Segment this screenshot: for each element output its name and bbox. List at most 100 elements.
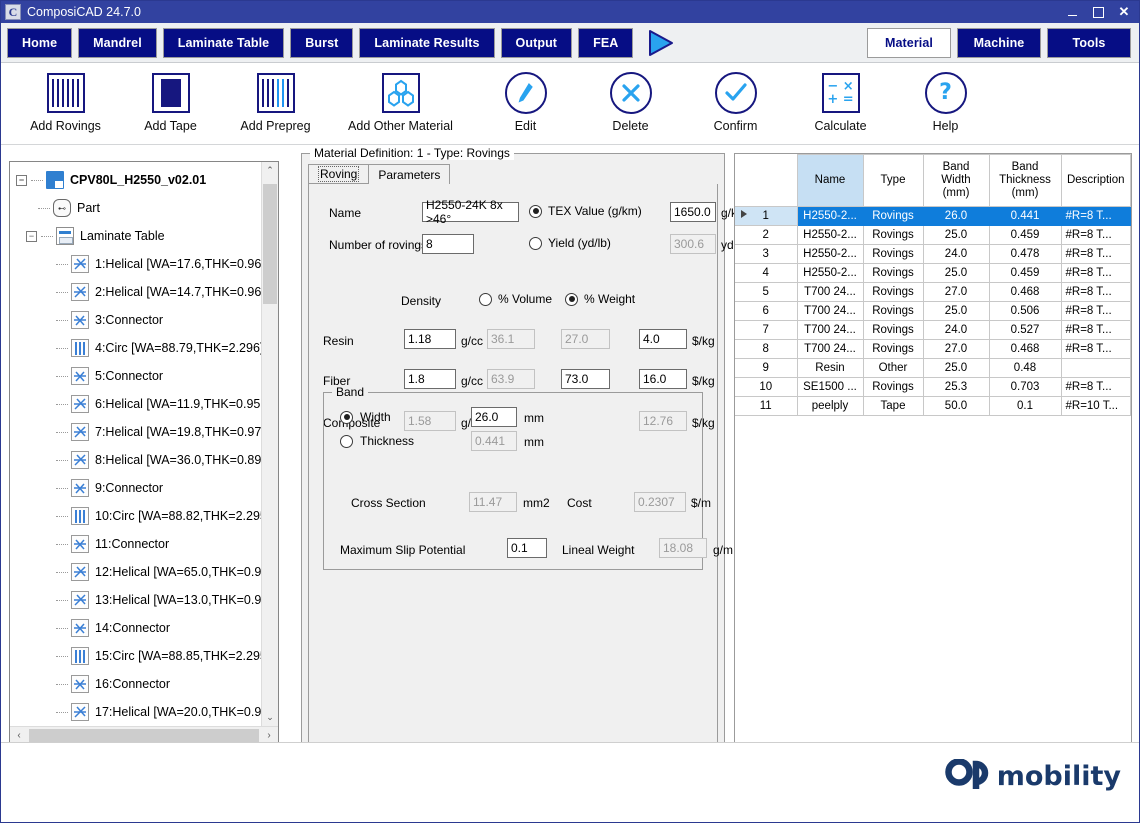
tree-item-4[interactable]: 4:Circ [WA=88.79,THK=2.296] xyxy=(10,334,261,362)
collapse-icon[interactable]: − xyxy=(26,230,37,242)
cell-name[interactable]: T700 24... xyxy=(796,282,864,302)
table-row[interactable]: 10 SE1500 ... Rovings 25.3 0.703 #R=8 T... xyxy=(735,377,1131,397)
cell-band-thickness[interactable]: 0.441 xyxy=(988,206,1062,226)
cell-band-width[interactable]: 25.0 xyxy=(922,301,990,321)
table-row[interactable]: 1 H2550-2... Rovings 26.0 0.441 #R=8 T... xyxy=(735,206,1131,226)
scroll-up-icon[interactable]: ⌃ xyxy=(262,162,278,179)
menu-tab-laminate-results[interactable]: Laminate Results xyxy=(359,27,495,58)
cell-type[interactable]: Rovings xyxy=(862,377,924,397)
cell-name[interactable]: Resin xyxy=(796,358,864,378)
table-row[interactable]: 8 T700 24... Rovings 27.0 0.468 #R=8 T... xyxy=(735,339,1131,359)
calculate-button[interactable]: − × + = Calculate xyxy=(788,69,893,133)
header-name[interactable]: Name xyxy=(796,154,864,207)
row-index[interactable]: 3 xyxy=(735,244,798,264)
cell-band-width[interactable]: 25.0 xyxy=(922,358,990,378)
table-row[interactable]: 9 Resin Other 25.0 0.48 xyxy=(735,358,1131,378)
cell-band-thickness[interactable]: 0.527 xyxy=(988,320,1062,340)
cell-band-thickness[interactable]: 0.459 xyxy=(988,263,1062,283)
band-width-input[interactable]: 26.0 xyxy=(471,407,517,427)
tree-item-14[interactable]: 14:Connector xyxy=(10,614,261,642)
row-index[interactable]: 4 xyxy=(735,263,798,283)
row-index[interactable]: 2 xyxy=(735,225,798,245)
tree-item-6[interactable]: 6:Helical [WA=11.9,THK=0.9576] xyxy=(10,390,261,418)
cell-band-width[interactable]: 27.0 xyxy=(922,339,990,359)
fiber-density-input[interactable]: 1.8 xyxy=(404,369,456,389)
cell-name[interactable]: H2550-2... xyxy=(796,206,864,226)
tree-item-16[interactable]: 16:Connector xyxy=(10,670,261,698)
band-thickness-radio[interactable] xyxy=(340,434,353,448)
edit-button[interactable]: Edit xyxy=(473,69,578,133)
tree-item-13[interactable]: 13:Helical [WA=13.0,THK=0.9714] xyxy=(10,586,261,614)
yield-radio[interactable] xyxy=(529,236,542,250)
cell-description[interactable]: #R=8 T... xyxy=(1060,244,1131,264)
menu-tab-output[interactable]: Output xyxy=(500,27,573,58)
material-name-input[interactable]: H2550-24K 8x >46° xyxy=(422,198,519,226)
tree-item-11[interactable]: 11:Connector xyxy=(10,530,261,558)
cell-band-width[interactable]: 25.0 xyxy=(922,225,990,245)
cell-name[interactable]: T700 24... xyxy=(796,339,864,359)
cell-type[interactable]: Rovings xyxy=(862,244,924,264)
tree-item-laminate-table[interactable]: − Laminate Table xyxy=(10,222,261,250)
row-index[interactable]: 6 xyxy=(735,301,798,321)
cell-description[interactable]: #R=10 T... xyxy=(1060,396,1131,416)
table-row[interactable]: 4 H2550-2... Rovings 25.0 0.459 #R=8 T... xyxy=(735,263,1131,283)
cell-description[interactable]: #R=8 T... xyxy=(1060,301,1131,321)
cell-band-thickness[interactable]: 0.468 xyxy=(988,282,1062,302)
cell-description[interactable]: #R=8 T... xyxy=(1060,320,1131,340)
tree-item-15[interactable]: 15:Circ [WA=88.85,THK=2.295] xyxy=(10,642,261,670)
delete-button[interactable]: Delete xyxy=(578,69,683,133)
table-row[interactable]: 3 H2550-2... Rovings 24.0 0.478 #R=8 T... xyxy=(735,244,1131,264)
cell-name[interactable]: H2550-2... xyxy=(796,244,864,264)
cell-band-thickness[interactable]: 0.468 xyxy=(988,339,1062,359)
row-index[interactable]: 7 xyxy=(735,320,798,340)
cell-band-width[interactable]: 25.0 xyxy=(922,263,990,283)
tree-item-7[interactable]: 7:Helical [WA=19.8,THK=0.9712] xyxy=(10,418,261,446)
close-icon[interactable]: ✕ xyxy=(1111,2,1137,22)
table-row[interactable]: 2 H2550-2... Rovings 25.0 0.459 #R=8 T... xyxy=(735,225,1131,245)
help-button[interactable]: ? Help xyxy=(893,69,998,133)
table-row[interactable]: 6 T700 24... Rovings 25.0 0.506 #R=8 T... xyxy=(735,301,1131,321)
row-index[interactable]: 9 xyxy=(735,358,798,378)
header-description[interactable]: Description xyxy=(1060,154,1131,207)
cell-band-thickness[interactable]: 0.703 xyxy=(988,377,1062,397)
scroll-thumb-horizontal[interactable] xyxy=(29,729,259,742)
pct-weight-radio-row[interactable]: % Weight xyxy=(565,292,635,306)
collapse-icon[interactable]: − xyxy=(16,174,27,186)
cell-type[interactable]: Rovings xyxy=(862,263,924,283)
cell-band-thickness[interactable]: 0.48 xyxy=(988,358,1062,378)
tree-vertical-scrollbar[interactable]: ⌃ ⌄ xyxy=(261,162,278,726)
row-index[interactable]: 5 xyxy=(735,282,798,302)
scroll-right-icon[interactable]: › xyxy=(260,730,278,741)
scroll-thumb-vertical[interactable] xyxy=(263,184,277,304)
tree-item-12[interactable]: 12:Helical [WA=65.0,THK=0.9305] xyxy=(10,558,261,586)
cell-band-width[interactable]: 27.0 xyxy=(922,282,990,302)
cell-description[interactable] xyxy=(1060,358,1131,378)
cell-type[interactable]: Tape xyxy=(862,396,924,416)
row-index[interactable]: 11 xyxy=(735,396,798,416)
cell-name[interactable]: peelply xyxy=(796,396,864,416)
play-icon[interactable] xyxy=(643,27,677,59)
tree-item-9[interactable]: 9:Connector xyxy=(10,474,261,502)
add-prepreg-button[interactable]: Add Prepreg xyxy=(223,69,328,133)
cell-description[interactable]: #R=8 T... xyxy=(1060,377,1131,397)
header-band-thickness[interactable]: Band Thickness (mm) xyxy=(988,154,1062,207)
cell-description[interactable]: #R=8 T... xyxy=(1060,339,1131,359)
cell-type[interactable]: Rovings xyxy=(862,339,924,359)
cell-band-thickness[interactable]: 0.459 xyxy=(988,225,1062,245)
tab-roving[interactable]: Roving xyxy=(308,164,370,184)
band-width-radio-row[interactable]: Width xyxy=(340,410,391,424)
cell-name[interactable]: T700 24... xyxy=(796,301,864,321)
pct-weight-radio[interactable] xyxy=(565,292,578,306)
cell-type[interactable]: Rovings xyxy=(862,282,924,302)
header-type[interactable]: Type xyxy=(862,154,924,207)
pct-volume-radio[interactable] xyxy=(479,292,492,306)
cell-band-thickness[interactable]: 0.506 xyxy=(988,301,1062,321)
tree-item-1[interactable]: 1:Helical [WA=17.6,THK=0.9647] xyxy=(10,250,261,278)
tab-tools[interactable]: Tools xyxy=(1047,28,1131,58)
fiber-weight-input[interactable]: 73.0 xyxy=(561,369,610,389)
cell-name[interactable]: SE1500 ... xyxy=(796,377,864,397)
cell-band-width[interactable]: 50.0 xyxy=(922,396,990,416)
add-rovings-button[interactable]: Add Rovings xyxy=(13,69,118,133)
menu-tab-mandrel[interactable]: Mandrel xyxy=(78,27,157,58)
add-other-material-button[interactable]: Add Other Material xyxy=(328,69,473,133)
